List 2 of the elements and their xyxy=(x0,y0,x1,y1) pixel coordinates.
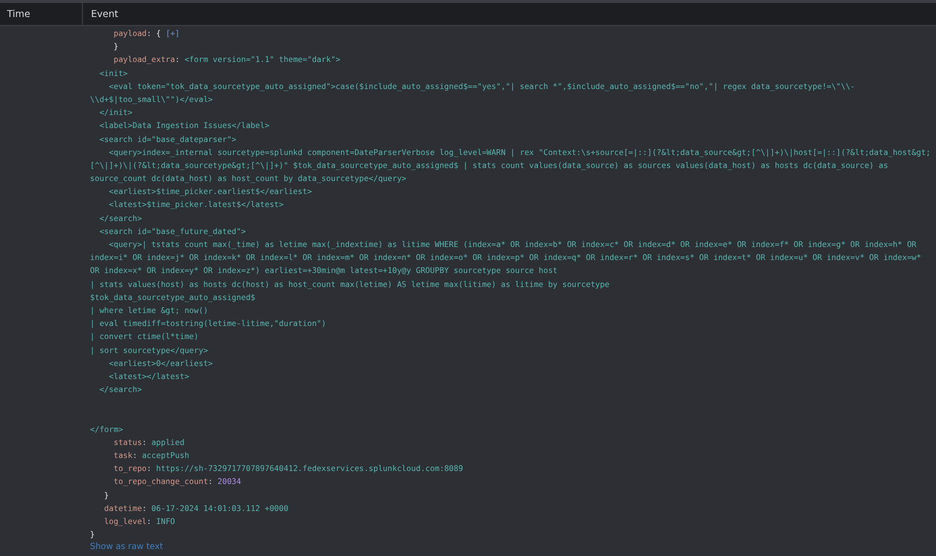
column-header[interactable]: Event xyxy=(82,3,936,25)
column-header[interactable]: Time xyxy=(0,3,82,25)
